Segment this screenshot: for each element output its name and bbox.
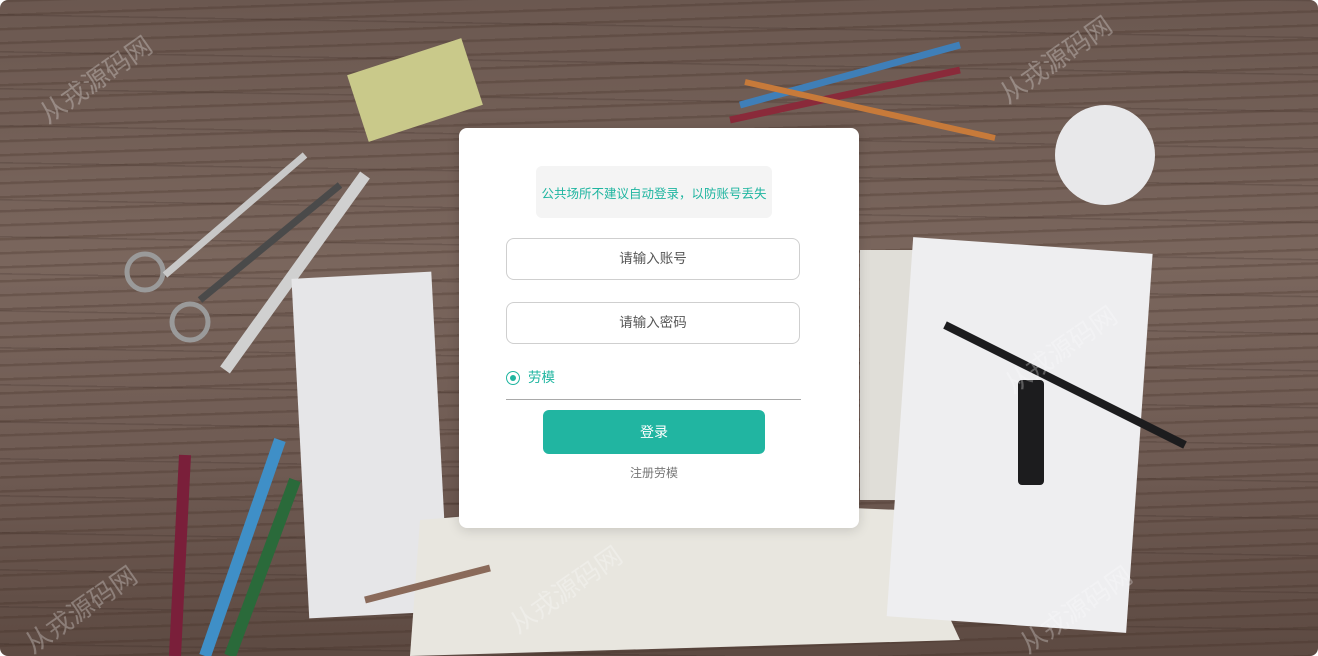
login-button[interactable]: 登录 <box>543 410 765 454</box>
register-link[interactable]: 注册劳模 <box>459 464 849 481</box>
role-radio-button[interactable] <box>506 371 520 385</box>
radio-selected-dot <box>510 375 516 381</box>
role-option-label[interactable]: 劳模 <box>528 368 555 388</box>
password-input[interactable] <box>506 302 800 344</box>
note-block-shape <box>347 38 483 142</box>
account-input[interactable] <box>506 238 800 280</box>
scissors-shape <box>124 251 166 293</box>
crumpled-paper-shape <box>1055 105 1155 205</box>
security-tip: 公共场所不建议自动登录，以防账号丢失 <box>536 166 772 218</box>
marker-shapes <box>169 454 191 656</box>
login-card: 公共场所不建议自动登录，以防账号丢失 劳模 登录 注册劳模 <box>459 128 859 528</box>
role-selector: 劳模 <box>506 368 801 400</box>
